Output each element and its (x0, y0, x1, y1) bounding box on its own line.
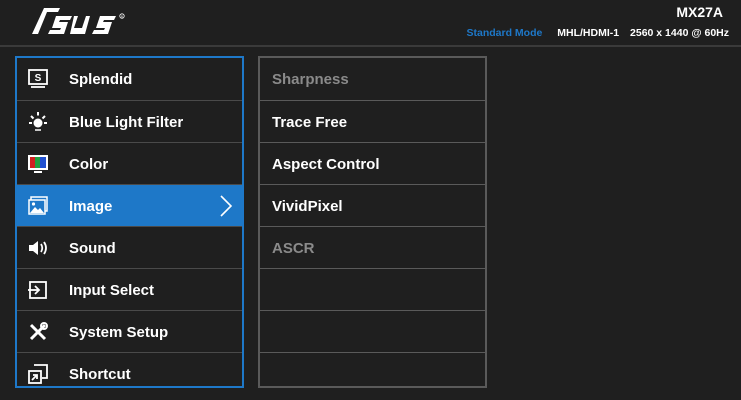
chevron-right-icon (220, 195, 233, 217)
color-icon (23, 152, 53, 176)
main-menu: S Splendid Blue Light Filter Color Image… (15, 56, 244, 388)
submenu-item-ascr[interactable]: ASCR (260, 226, 485, 269)
current-input: MHL/HDMI-1 (557, 27, 620, 39)
header-divider (0, 45, 741, 47)
input-select-icon (23, 278, 53, 302)
menu-item-sound[interactable]: Sound (17, 226, 242, 269)
menu-item-input-select[interactable]: Input Select (17, 268, 242, 311)
submenu-item-empty (260, 310, 485, 353)
shortcut-icon (23, 362, 53, 386)
menu-item-color[interactable]: Color (17, 142, 242, 185)
menu-item-image[interactable]: Image (17, 184, 242, 227)
submenu-label: Aspect Control (272, 155, 380, 173)
splendid-icon: S (23, 67, 53, 91)
menu-label: Splendid (69, 70, 133, 88)
menu-label: Sound (69, 239, 116, 257)
menu-label: Image (69, 197, 113, 215)
submenu-item-sharpness[interactable]: Sharpness (260, 58, 485, 100)
image-submenu: Sharpness Trace Free Aspect Control Vivi… (258, 56, 487, 388)
submenu-label: Trace Free (272, 113, 348, 131)
submenu-item-trace-free[interactable]: Trace Free (260, 100, 485, 143)
blue-light-filter-icon (23, 110, 53, 134)
osd-header: R MX27A Standard Mode MHL/HDMI-1 2560 x … (0, 0, 741, 44)
menu-label: Shortcut (69, 365, 131, 383)
submenu-item-empty (260, 268, 485, 311)
submenu-item-empty (260, 352, 485, 395)
menu-item-system-setup[interactable]: System Setup (17, 310, 242, 353)
submenu-label: ASCR (272, 239, 315, 257)
current-resolution: 2560 x 1440 @ 60Hz (630, 27, 729, 39)
sound-icon (23, 236, 53, 260)
menu-label: Input Select (69, 281, 155, 299)
submenu-item-vividpixel[interactable]: VividPixel (260, 184, 485, 227)
menu-item-splendid[interactable]: S Splendid (17, 58, 242, 100)
status-line: Standard Mode MHL/HDMI-1 2560 x 1440 @ 6… (467, 27, 730, 39)
menu-item-blue-light-filter[interactable]: Blue Light Filter (17, 100, 242, 143)
svg-text:S: S (35, 73, 42, 84)
menu-label: System Setup (69, 323, 169, 341)
system-setup-icon (23, 320, 53, 344)
asus-logo: R (32, 8, 125, 34)
model-name: MX27A (676, 4, 723, 20)
submenu-label: VividPixel (272, 197, 343, 215)
image-icon (23, 194, 53, 218)
menu-label: Color (69, 155, 109, 173)
menu-item-shortcut[interactable]: Shortcut (17, 352, 242, 395)
current-mode: Standard Mode (466, 27, 543, 39)
menu-label: Blue Light Filter (69, 113, 184, 131)
submenu-label: Sharpness (272, 70, 349, 88)
submenu-item-aspect-control[interactable]: Aspect Control (260, 142, 485, 185)
